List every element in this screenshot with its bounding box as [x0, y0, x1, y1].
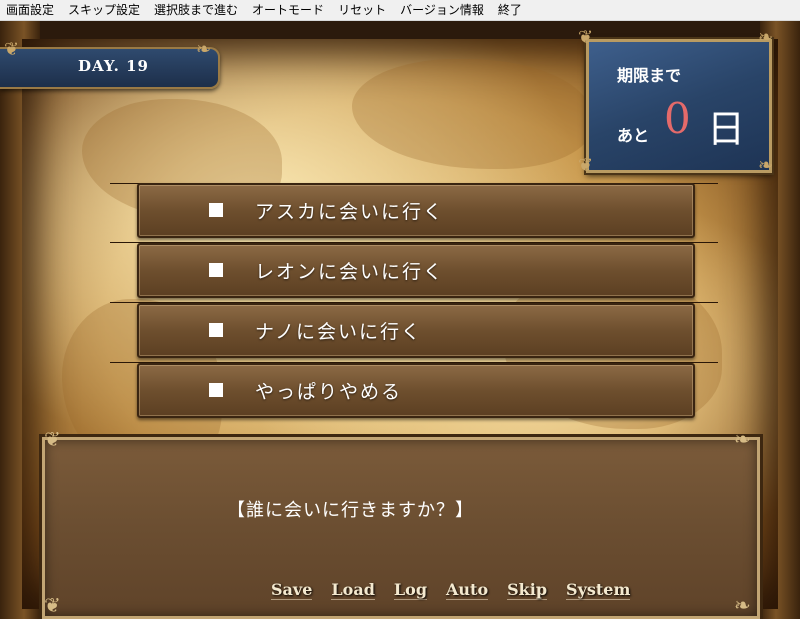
menu-bar: 画面設定 スキップ設定 選択肢まで進む オートモード リセット バージョン情報 …	[0, 0, 800, 21]
choice-asuka[interactable]: アスカに会いに行く	[137, 183, 695, 238]
choice-label: ナノに会いに行く	[255, 321, 423, 343]
choice-bullet-icon	[209, 323, 223, 337]
choice-label: アスカに会いに行く	[255, 201, 445, 223]
menu-skip-settings[interactable]: スキップ設定	[61, 0, 147, 20]
choice-label: やっぱりやめる	[255, 381, 403, 403]
ornament-icon: ❦	[578, 27, 594, 48]
ornament-icon: ❧	[734, 427, 751, 451]
system-button-bar: Save Load Log Auto Skip System	[271, 580, 631, 600]
deadline-prefix: あと	[617, 126, 650, 145]
choice-nano[interactable]: ナノに会いに行く	[137, 303, 695, 358]
load-button[interactable]: Load	[331, 580, 375, 600]
game-screen: DAY. 19 ❦ ❧ 期限まで あと 0 日 ❦ ❧ ❦ ❧ アスカに会いに行…	[0, 21, 800, 619]
auto-button[interactable]: Auto	[446, 580, 489, 600]
days-unit: 日	[707, 107, 746, 151]
menu-exit[interactable]: 終了	[491, 0, 529, 20]
message-text: 【誰に会いに行きますか？】	[227, 500, 474, 521]
ornament-icon: ❦	[4, 39, 20, 60]
deadline-panel: 期限まで あと 0 日	[586, 39, 772, 173]
ornament-icon: ❧	[196, 39, 212, 60]
day-counter: DAY. 19	[78, 57, 149, 75]
skip-button[interactable]: Skip	[507, 580, 548, 600]
menu-display-settings[interactable]: 画面設定	[0, 0, 61, 20]
menu-reset[interactable]: リセット	[331, 0, 393, 20]
choice-label: レオンに会いに行く	[255, 261, 445, 283]
ornament-icon: ❦	[44, 427, 61, 451]
choice-cancel[interactable]: やっぱりやめる	[137, 363, 695, 418]
menu-version-info[interactable]: バージョン情報	[393, 0, 491, 20]
menu-auto-mode[interactable]: オートモード	[245, 0, 331, 20]
deadline-label: 期限まで	[617, 66, 682, 85]
save-button[interactable]: Save	[271, 580, 313, 600]
day-banner: DAY. 19	[0, 47, 220, 89]
log-button[interactable]: Log	[393, 580, 427, 600]
menu-skip-to-choice[interactable]: 選択肢まで進む	[147, 0, 245, 20]
days-remaining-number: 0	[664, 94, 691, 143]
ornament-icon: ❦	[44, 593, 61, 617]
choice-bullet-icon	[209, 383, 223, 397]
choice-bullet-icon	[209, 203, 223, 217]
map-landmass	[352, 59, 592, 169]
ornament-icon: ❧	[734, 593, 751, 617]
ornament-icon: ❦	[578, 155, 594, 176]
choice-bullet-icon	[209, 263, 223, 277]
message-window[interactable]: 【誰に会いに行きますか？】 Save Load Log Auto Skip Sy…	[42, 437, 760, 619]
ornament-icon: ❧	[758, 27, 774, 48]
ornament-icon: ❧	[758, 155, 774, 176]
system-button[interactable]: System	[566, 580, 631, 600]
choice-leon[interactable]: レオンに会いに行く	[137, 243, 695, 298]
